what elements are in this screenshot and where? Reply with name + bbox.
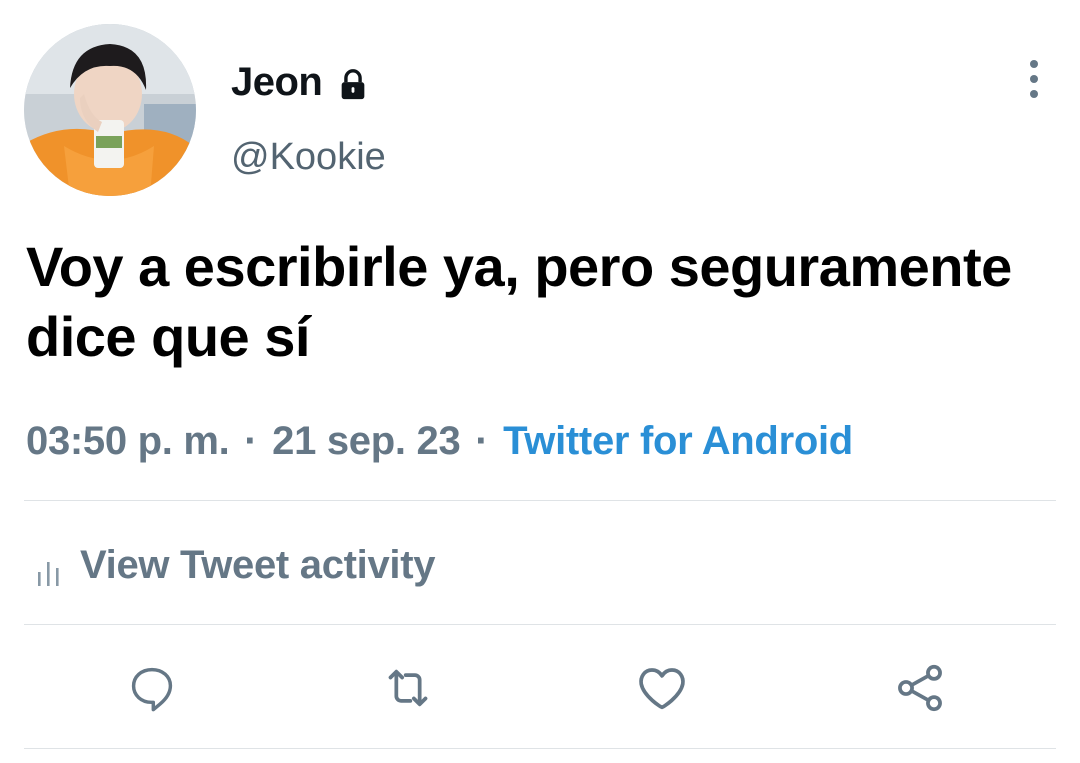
tweet-text: Voy a escribirle ya, pero seguramente di… (26, 235, 1012, 368)
bar-chart-icon (36, 550, 62, 586)
profile-photo (24, 24, 196, 196)
reply-button[interactable] (124, 660, 180, 716)
view-tweet-activity-label: View Tweet activity (80, 543, 436, 587)
lock-icon (336, 65, 370, 100)
meta-separator: · (244, 419, 258, 463)
tweet-meta: 03:50 p. m. · 21 sep. 23 · Twitter for A… (26, 416, 853, 466)
divider (24, 624, 1056, 625)
divider (24, 748, 1056, 749)
meta-separator: · (475, 419, 489, 463)
tweet-time[interactable]: 03:50 p. m. (26, 419, 230, 463)
tweet-source-link[interactable]: Twitter for Android (503, 419, 853, 463)
tweet-date[interactable]: 21 sep. 23 (272, 419, 461, 463)
view-tweet-activity-button[interactable]: View Tweet activity (36, 540, 436, 590)
reply-icon (131, 667, 173, 712)
avatar[interactable] (24, 24, 196, 196)
username[interactable]: @Kookie (231, 134, 386, 180)
like-button[interactable] (634, 660, 690, 716)
share-button[interactable] (892, 660, 948, 716)
share-icon (898, 664, 942, 712)
display-name[interactable]: Jeon (231, 58, 370, 106)
display-name-text: Jeon (231, 60, 323, 104)
retweet-icon (388, 669, 428, 707)
divider (24, 500, 1056, 501)
more-vertical-icon[interactable] (1020, 58, 1048, 102)
retweet-button[interactable] (380, 660, 436, 716)
heart-icon (639, 668, 685, 710)
